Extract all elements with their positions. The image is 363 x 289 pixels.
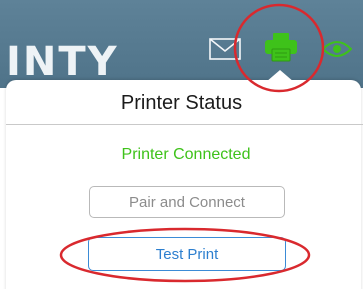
mail-icon[interactable]	[209, 38, 241, 60]
brand-logo-text: INTY	[6, 39, 119, 85]
printer-icon[interactable]	[264, 32, 298, 62]
header-bar: INTY	[0, 0, 363, 88]
popover-arrow	[266, 70, 294, 82]
printer-status-text: Printer Connected	[121, 146, 251, 163]
pair-and-connect-button[interactable]: Pair and Connect	[89, 186, 285, 218]
eye-icon[interactable]	[322, 38, 352, 60]
popover-title: Printer Status	[120, 92, 243, 114]
test-print-button[interactable]: Test Print	[88, 237, 286, 271]
title-divider	[6, 124, 363, 125]
app-window: INTY Printer Status Printer Connected Pa…	[0, 0, 363, 289]
